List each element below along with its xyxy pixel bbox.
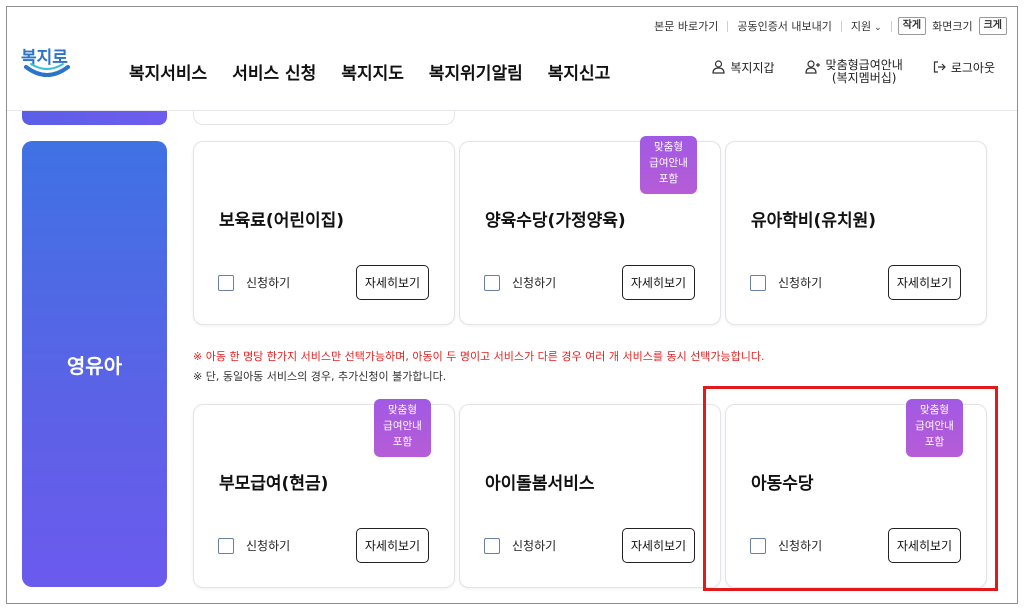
skip-to-content-link[interactable]: 본문 바로가기 [645,18,727,34]
card-title: 양육수당(가정양육) [485,211,626,231]
apply-label: 신청하기 [246,276,291,290]
apply-checkbox-group[interactable]: 신청하기 [750,274,822,291]
apply-label: 신청하기 [512,276,557,290]
card-title: 아이돌봄서비스 [485,474,595,494]
notice-line-info: ※ 단, 동일아동 서비스의 경우, 추가신청이 불가합니다. [193,370,447,383]
category-tab-infant[interactable]: 영유아 [22,141,167,587]
utility-bar: 본문 바로가기 공동인증서 내보내기 지원 ⌄ 작게 화면크기 크게 [645,17,1007,35]
view-details-button[interactable]: 자세히보기 [888,265,961,300]
apply-checkbox-group[interactable]: 신청하기 [218,537,290,554]
view-details-button[interactable]: 자세히보기 [622,265,695,300]
service-card-childcare-fee: 보육료(어린이집) 신청하기 자세히보기 [193,141,455,325]
previous-category-tab[interactable] [22,111,167,125]
nav-welfare-map[interactable]: 복지지도 [341,59,404,84]
previous-service-card [193,111,455,125]
cert-export-link[interactable]: 공동인증서 내보내기 [728,18,841,34]
badge-line3: 포함 [658,173,679,185]
logout-icon [933,61,946,73]
chevron-down-icon: ⌄ [874,23,882,33]
badge-line2: 급여안내 [383,420,422,432]
welfare-wallet-link[interactable]: 복지지갑 [712,59,775,76]
service-card-child-care-service: 아이돌봄서비스 신청하기 자세히보기 [459,404,721,588]
view-details-button[interactable]: 자세히보기 [356,528,429,563]
logo-smile-icon [24,63,70,77]
nav-welfare-services[interactable]: 복지서비스 [129,59,207,84]
service-card-parent-benefit: 맞춤형 급여안내 포함 부모급여(현금) 신청하기 자세히보기 [193,399,455,588]
notice-line-warning: ※ 아동 한 명당 한가지 서비스만 선택가능하며, 아동이 두 명이고 서비스… [193,350,765,363]
font-large-button[interactable]: 크게 [978,17,1007,35]
view-details-button[interactable]: 자세히보기 [622,528,695,563]
view-details-button[interactable]: 자세히보기 [356,265,429,300]
person-add-icon [804,60,820,74]
nav-crisis-alert[interactable]: 복지위기알림 [429,59,523,84]
support-label: 지원 [850,20,872,33]
apply-checkbox-group[interactable]: 신청하기 [484,537,556,554]
page-frame: 본문 바로가기 공동인증서 내보내기 지원 ⌄ 작게 화면크기 크게 복지로 복지… [6,6,1018,604]
service-card-kindergarten-fee: 유아학비(유치원) 신청하기 자세히보기 [725,141,987,325]
badge-line1: 맞춤형 [654,141,683,153]
support-dropdown[interactable]: 지원 ⌄ [842,18,891,34]
membership-link[interactable]: 맞춤형급여안내 (복지멤버십) [804,59,903,85]
apply-checkbox[interactable] [484,537,500,554]
card-title: 보육료(어린이집) [219,211,345,231]
font-size-label: 화면크기 [932,20,973,33]
apply-checkbox-group[interactable]: 신청하기 [218,274,290,291]
apply-label: 신청하기 [246,539,291,553]
apply-label: 신청하기 [512,539,557,553]
apply-checkbox-group[interactable]: 신청하기 [484,274,556,291]
badge-line3: 포함 [392,436,413,448]
membership-line2: (복지멤버십) [831,71,897,85]
membership-label: 맞춤형급여안내 (복지멤버십) [826,59,903,85]
apply-checkbox[interactable] [750,274,766,291]
badge-line1: 맞춤형 [388,404,417,416]
font-small-button[interactable]: 작게 [897,17,927,35]
user-menu: 복지지갑 맞춤형급여안내 (복지멤버십) 로그아웃 [682,59,995,85]
card-title: 유아학비(유치원) [751,211,877,231]
badge-line2: 급여안내 [649,157,688,169]
main-navigation: 복지서비스 서비스 신청 복지지도 복지위기알림 복지신고 [129,59,635,84]
highlight-box [703,386,998,591]
site-header: 본문 바로가기 공동인증서 내보내기 지원 ⌄ 작게 화면크기 크게 복지로 복지… [7,7,1017,111]
service-notice: ※ 아동 한 명당 한가지 서비스만 선택가능하며, 아동이 두 명이고 서비스… [193,347,765,387]
nav-welfare-report[interactable]: 복지신고 [548,59,611,84]
wallet-label: 복지지갑 [730,61,775,75]
site-logo[interactable]: 복지로 [21,43,73,87]
category-tab-label: 영유아 [66,353,123,378]
customized-benefit-badge: 맞춤형 급여안내 포함 [640,136,697,194]
nav-service-application[interactable]: 서비스 신청 [232,59,316,84]
logout-label: 로그아웃 [950,61,995,75]
apply-checkbox[interactable] [484,274,500,291]
card-title: 부모급여(현금) [219,474,329,494]
apply-label: 신청하기 [778,276,823,290]
logout-link[interactable]: 로그아웃 [933,59,995,76]
apply-checkbox[interactable] [218,537,234,554]
divider [890,20,892,32]
person-icon [712,60,725,74]
customized-benefit-badge: 맞춤형 급여안내 포함 [374,399,431,457]
service-card-home-care-allowance: 맞춤형 급여안내 포함 양육수당(가정양육) 신청하기 자세히보기 [459,136,721,325]
apply-checkbox[interactable] [218,274,234,291]
